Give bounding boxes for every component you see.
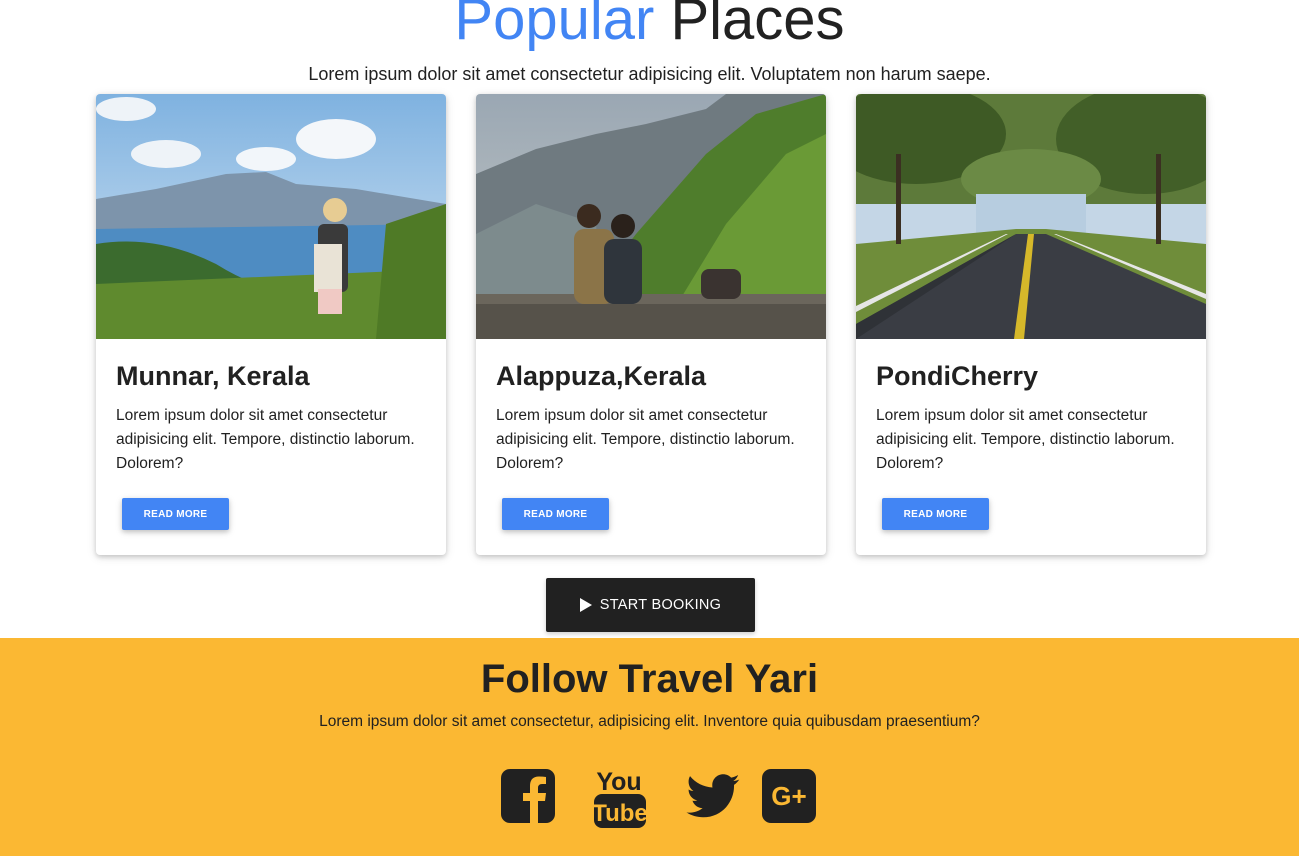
facebook-icon[interactable] [500,766,556,830]
place-card-pondicherry: PondiCherry Lorem ipsum dolor sit amet c… [856,94,1206,555]
card-title: Alappuza,Kerala [496,361,707,391]
twitter-icon[interactable] [684,766,742,830]
follow-section: Follow Travel Yari Lorem ipsum dolor sit… [0,638,1299,856]
read-more-button[interactable]: READ MORE [122,498,229,530]
place-card-alappuza: Alappuza,Kerala Lorem ipsum dolor sit am… [476,94,826,555]
alappuza-image [476,94,826,339]
place-card-munnar: Munnar, Kerala Lorem ipsum dolor sit ame… [96,94,446,555]
start-booking-label: START BOOKING [599,597,722,613]
card-text: Lorem ipsum dolor sit amet consectetur a… [876,407,1175,472]
card-text: Lorem ipsum dolor sit amet consectetur a… [116,407,415,472]
read-more-button[interactable]: READ MORE [502,498,609,530]
munnar-image [96,94,446,339]
card-text: Lorem ipsum dolor sit amet consectetur a… [496,407,795,472]
card-title: PondiCherry [876,361,1039,391]
follow-subtitle: Lorem ipsum dolor sit amet consectetur, … [319,713,980,730]
title-accent: Popular [454,0,655,52]
youtube-you: You [596,768,641,796]
play-icon [579,598,592,612]
google-plus-icon[interactable]: G+ [761,766,817,830]
follow-title: Follow Travel Yari [480,657,819,701]
card-title: Munnar, Kerala [116,361,310,391]
title-rest: Places [670,0,845,52]
google-plus-text: G+ [771,781,806,811]
pondicherry-image [856,94,1206,339]
start-booking-button[interactable]: START BOOKING [546,578,755,632]
popular-places-title: Popular Places [0,0,1299,52]
popular-places-subtitle: Lorem ipsum dolor sit amet consectetur a… [308,64,991,84]
read-more-button[interactable]: READ MORE [882,498,989,530]
youtube-tube: Tube [592,800,648,827]
youtube-icon[interactable]: You Tube [592,766,648,830]
